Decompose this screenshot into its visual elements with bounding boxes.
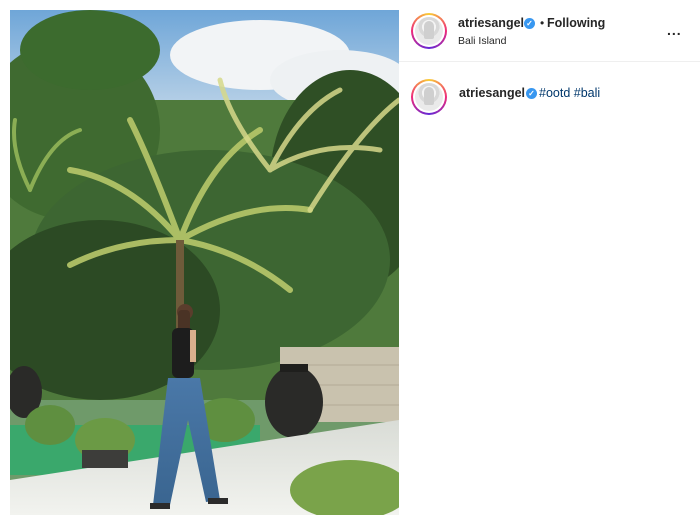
more-options-icon[interactable]: ... — [667, 22, 682, 38]
caption-hashtags: #ootd #bali — [539, 86, 600, 100]
caption-verified-badge-icon: ✓ — [526, 88, 537, 99]
following-button[interactable]: Following — [547, 16, 605, 30]
post-location[interactable]: Bali Island — [458, 35, 506, 47]
verified-badge-icon: ✓ — [524, 18, 535, 29]
caption-row: atriesangel ✓ #ootd #bali — [399, 62, 700, 122]
post-photo[interactable] — [10, 10, 399, 515]
hashtag-ootd[interactable]: #ootd — [539, 86, 570, 100]
caption-username[interactable]: atriesangel — [459, 86, 525, 100]
caption-avatar[interactable] — [411, 79, 447, 115]
post-header: atriesangel ✓ • Following Bali Island ..… — [399, 0, 700, 62]
instagram-post: atriesangel ✓ • Following Bali Island ..… — [0, 0, 700, 525]
garden-photo-illustration — [10, 10, 399, 515]
author-username[interactable]: atriesangel — [458, 16, 524, 30]
post-side-panel: atriesangel ✓ • Following Bali Island ..… — [399, 0, 700, 525]
separator-dot: • — [540, 16, 545, 30]
author-avatar[interactable] — [411, 13, 447, 49]
hashtag-bali[interactable]: #bali — [574, 86, 600, 100]
